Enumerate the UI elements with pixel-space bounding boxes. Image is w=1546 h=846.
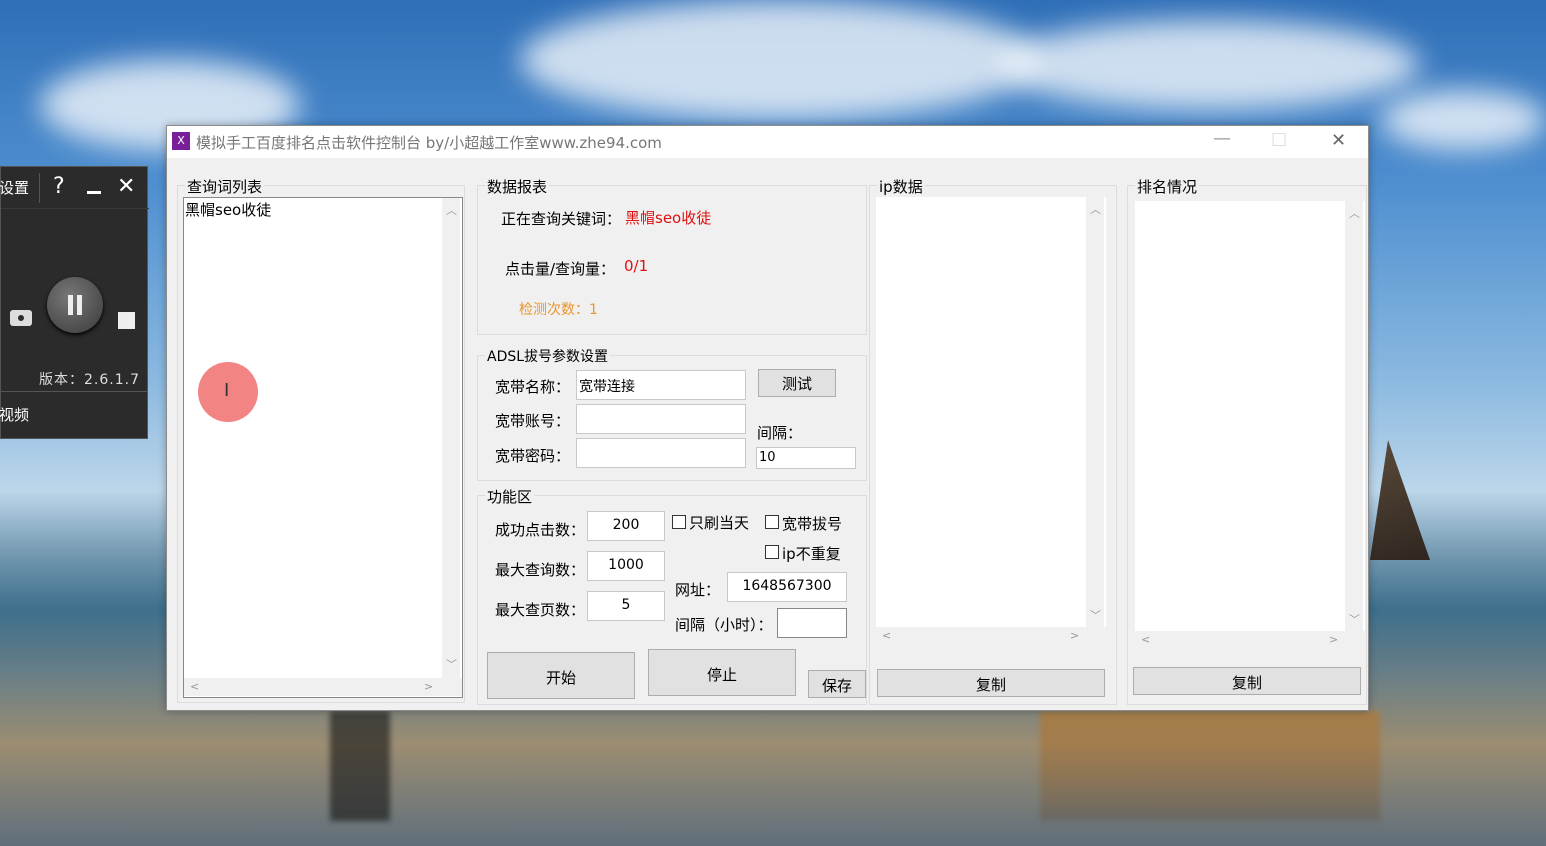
rock [1370,440,1430,560]
help-icon[interactable]: ? [53,174,65,199]
recorder-toolbar: 设置 ? ✕ [0,167,149,209]
broadband-password-input[interactable] [576,438,746,468]
broadband-password-label: 宽带密码： [495,447,571,465]
report-label: 数据报表 [485,176,550,197]
scroll-right-icon[interactable]: > [1329,633,1338,646]
list-item[interactable]: 黑帽seo收徒 [185,199,271,220]
url-input[interactable]: 1648567300 [727,572,847,602]
interval-input[interactable]: 10 [756,447,856,469]
scroll-left-icon[interactable]: < [1141,633,1150,646]
interval-hours-input[interactable] [777,608,847,638]
close-icon[interactable]: ✕ [117,174,135,199]
text-cursor-icon: I [224,380,230,401]
broadband-name-input[interactable]: 宽带连接 [576,370,746,400]
stop-button[interactable]: 停止 [648,649,796,696]
scroll-up-icon[interactable]: ︿ [1349,205,1360,221]
window-title: 模拟手工百度排名点击软件控制台 by/小超越工作室www.zhe94.com [196,134,662,152]
broadband-dial-checkbox[interactable] [765,515,779,529]
water-reflection [330,711,390,821]
water-reflection [1040,711,1380,821]
recorder-settings-button[interactable]: 设置 [0,177,29,198]
camera-icon[interactable] [10,310,32,326]
cloud [1000,20,1420,110]
broadband-account-input[interactable] [576,404,746,434]
click-query-value: 0/1 [624,257,649,275]
horizontal-scrollbar[interactable]: < > [1135,631,1365,649]
query-keyword-label: 正在查询关键词： [501,210,622,228]
main-window: X 模拟手工百度排名点击软件控制台 by/小超越工作室www.zhe94.com… [166,125,1369,711]
max-pages-label: 最大查页数： [495,601,586,619]
detect-count-text: 检测次数：1 [519,302,598,318]
scroll-right-icon[interactable]: > [1070,629,1079,642]
url-label: 网址： [675,581,721,599]
max-queries-label: 最大查询数： [495,561,586,579]
success-clicks-input[interactable]: 200 [587,511,665,541]
cursor-highlight: I [198,362,258,422]
recorder-version: 版本：2.6.1.7 [39,372,140,388]
minimize-button[interactable]: — [1213,128,1231,149]
ranking-label: 排名情况 [1135,176,1200,197]
app-icon: X [172,132,190,150]
broadband-account-label: 宽带账号： [495,412,571,430]
divider [39,173,40,203]
max-queries-input[interactable]: 1000 [587,551,665,581]
scroll-down-icon[interactable]: ﹀ [1349,611,1360,627]
scroll-right-icon[interactable]: > [424,680,433,693]
keyword-listbox[interactable]: 黑帽seo收徒 ︿ ﹀ < > [183,197,463,698]
ip-no-repeat-label[interactable]: ip不重复 [782,543,841,564]
scroll-down-icon[interactable]: ﹀ [1090,607,1101,623]
close-button[interactable]: ✕ [1331,130,1346,151]
click-query-label: 点击量/查询量： [505,260,616,278]
adsl-label: ADSL拔号参数设置 [485,346,611,366]
vertical-scrollbar[interactable]: ︿ ﹀ [1086,197,1104,627]
start-button[interactable]: 开始 [487,652,635,699]
only-today-label[interactable]: 只刷当天 [689,512,749,533]
ip-data-label: ip数据 [877,176,925,197]
ranking-listbox[interactable]: ︿ ﹀ < > [1135,201,1365,649]
test-button[interactable]: 测试 [758,369,836,397]
only-today-checkbox[interactable] [672,515,686,529]
cloud [1380,90,1546,150]
scroll-up-icon[interactable]: ︿ [1090,201,1101,217]
ip-data-listbox[interactable]: ︿ ﹀ < > [876,197,1106,645]
ip-copy-button[interactable]: 复制 [877,669,1105,697]
query-keyword-value: 黑帽seo收徒 [625,209,712,227]
maximize-button[interactable]: ☐ [1271,130,1287,151]
interval-label: 间隔： [757,424,803,442]
success-clicks-label: 成功点击数： [495,521,586,539]
horizontal-scrollbar[interactable]: < > [876,627,1106,645]
minimize-icon[interactable] [87,191,101,194]
stop-icon[interactable] [118,312,135,329]
vertical-scrollbar[interactable]: ︿ ﹀ [442,198,460,678]
max-pages-input[interactable]: 5 [587,591,665,621]
broadband-dial-label[interactable]: 宽带拔号 [782,513,842,534]
function-label: 功能区 [485,486,535,507]
save-button[interactable]: 保存 [808,670,866,698]
ranking-copy-button[interactable]: 复制 [1133,667,1361,695]
scroll-left-icon[interactable]: < [190,680,199,693]
cloud [520,0,1040,120]
recorder-video-item[interactable]: 视频 [0,391,147,438]
broadband-name-label: 宽带名称： [495,378,571,396]
screen-recorder-panel: 设置 ? ✕ 版本：2.6.1.7 视频 [0,166,149,439]
scroll-down-icon[interactable]: ﹀ [446,656,457,672]
pause-button[interactable] [47,277,103,333]
ip-no-repeat-checkbox[interactable] [765,545,779,559]
vertical-scrollbar[interactable]: ︿ ﹀ [1345,201,1363,631]
horizontal-scrollbar[interactable]: < > [184,678,462,696]
keyword-list-label: 查询词列表 [185,176,265,197]
scroll-up-icon[interactable]: ︿ [446,202,457,218]
scroll-left-icon[interactable]: < [882,629,891,642]
title-bar[interactable]: X 模拟手工百度排名点击软件控制台 by/小超越工作室www.zhe94.com… [167,126,1368,158]
interval-hours-label: 间隔（小时）： [675,616,773,634]
